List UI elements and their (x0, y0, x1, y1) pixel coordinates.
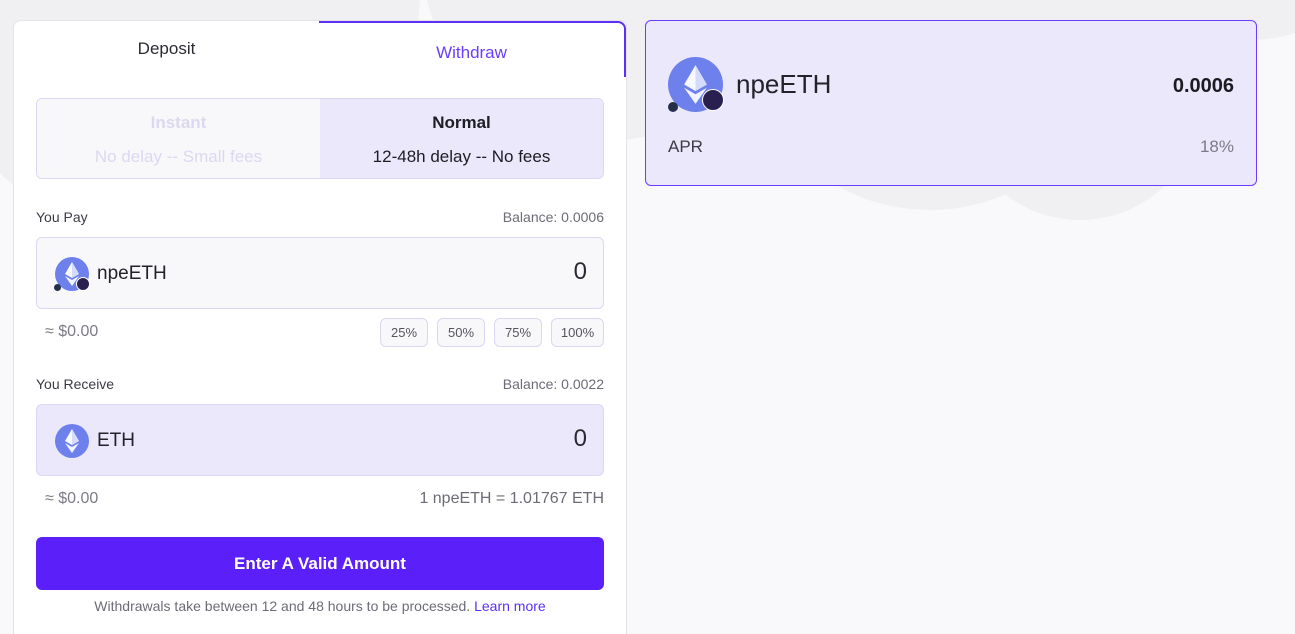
receive-label: You Receive (36, 376, 115, 392)
exchange-rate: 1 npeETH = 1.01767 ETH (419, 490, 604, 507)
receive-token: ETH (55, 424, 135, 458)
pay-balance: Balance: 0.0006 (502, 209, 604, 225)
percent-75-button[interactable]: 75% (494, 318, 542, 347)
npeeth-icon (668, 57, 724, 112)
receive-token-name: ETH (97, 430, 135, 451)
submit-withdraw-button[interactable]: Enter A Valid Amount (36, 537, 604, 590)
position-card: npeETH 0.0006 APR 18% (645, 20, 1257, 186)
pay-amount-input[interactable] (387, 258, 587, 286)
mode-normal-subtitle: 12-48h delay -- No fees (372, 147, 551, 166)
mode-instant-option[interactable]: Instant No delay -- Small fees (37, 99, 320, 178)
percent-buttons: 25% 50% 75% 100% (380, 318, 604, 347)
mode-instant-subtitle: No delay -- Small fees (94, 147, 263, 166)
npeeth-icon (54, 257, 90, 291)
pay-token: npeETH (54, 257, 167, 291)
card-balance: 0.0006 (1172, 75, 1234, 97)
pay-token-name: npeETH (97, 263, 167, 284)
card-token: npeETH (668, 57, 831, 112)
pay-label: You Pay (36, 209, 88, 225)
card-apr-value: 18% (1199, 137, 1234, 156)
withdraw-note-text: Withdrawals take between 12 and 48 hours… (94, 598, 471, 614)
eth-icon (55, 424, 89, 458)
mode-instant-title: Instant (150, 113, 207, 132)
mode-normal-option[interactable]: Normal 12-48h delay -- No fees (320, 99, 603, 178)
receive-amount-input (387, 425, 587, 453)
tab-withdraw[interactable]: Withdraw (319, 21, 626, 77)
receive-amount-box: ETH (36, 404, 604, 476)
pay-usd-value: ≈ $0.00 (45, 323, 99, 340)
withdraw-mode-selector: Instant No delay -- Small fees Normal 12… (36, 98, 604, 179)
pay-amount-box: npeETH (36, 237, 604, 309)
withdraw-panel: Deposit Withdraw Instant No delay -- Sma… (13, 20, 627, 634)
receive-usd-value: ≈ $0.00 (45, 490, 99, 507)
card-apr-label: APR (668, 137, 703, 156)
tab-bar: Deposit Withdraw (14, 21, 626, 77)
tab-deposit[interactable]: Deposit (14, 21, 319, 77)
mode-normal-title: Normal (432, 113, 491, 132)
withdraw-note: Withdrawals take between 12 and 48 hours… (36, 598, 604, 614)
percent-100-button[interactable]: 100% (551, 318, 604, 347)
percent-50-button[interactable]: 50% (437, 318, 485, 347)
percent-25-button[interactable]: 25% (380, 318, 428, 347)
card-token-name: npeETH (736, 69, 832, 99)
learn-more-link[interactable]: Learn more (474, 598, 546, 614)
receive-balance: Balance: 0.0022 (502, 376, 604, 392)
